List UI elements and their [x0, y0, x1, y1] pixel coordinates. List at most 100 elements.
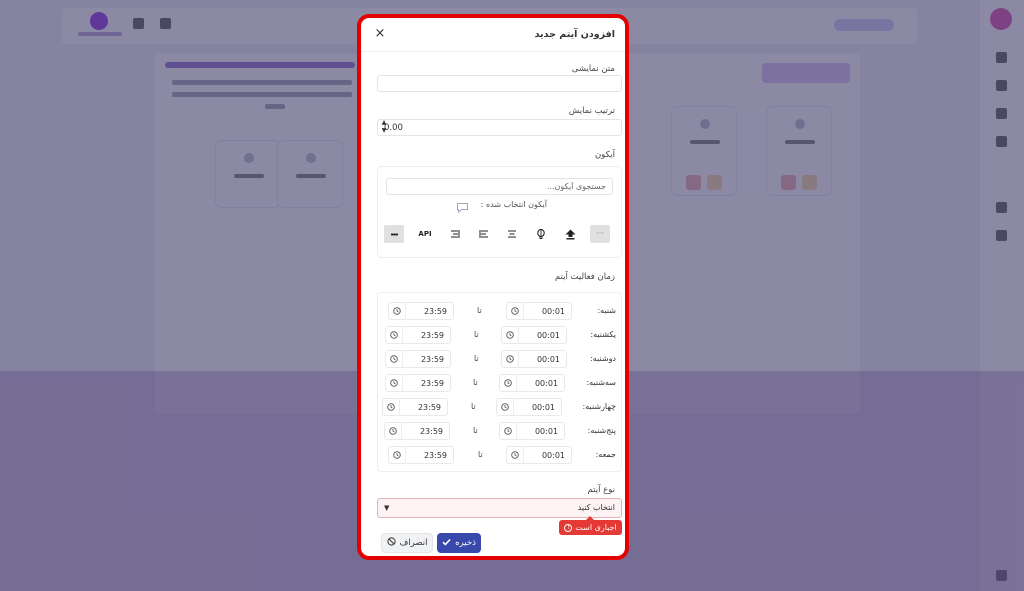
time-separator: تا: [473, 426, 478, 435]
to-time-input[interactable]: 23:59: [388, 446, 454, 464]
clock-icon: [502, 351, 519, 367]
upload-icon[interactable]: [560, 225, 580, 243]
to-time-value: 23:59: [420, 379, 444, 388]
from-time-input[interactable]: 00:01: [499, 422, 565, 440]
to-time-input[interactable]: 23:59: [384, 422, 450, 440]
time-row-tuesday: 23:59 تا 00:01 سه‌شنبه:: [378, 374, 623, 392]
to-time-value: 23:59: [417, 403, 441, 412]
to-time-input[interactable]: 23:59: [388, 302, 454, 320]
activity-time-label: زمان فعالیت آیتم: [554, 272, 615, 282]
save-label: ذخیره: [455, 538, 476, 548]
day-label: پنج‌شنبه:: [587, 426, 616, 435]
day-label: شنبه:: [597, 306, 616, 315]
display-text-input[interactable]: [377, 75, 622, 92]
day-label: دوشنبه:: [590, 354, 616, 363]
display-order-label: ترتیب نمایش: [568, 106, 615, 116]
to-time-value: 23:59: [423, 451, 447, 460]
from-time-input[interactable]: 00:01: [506, 302, 572, 320]
placeholder-icon[interactable]: ···: [590, 225, 610, 243]
clock-icon: [386, 351, 403, 367]
to-time-input[interactable]: 23:59: [385, 374, 451, 392]
clock-icon: [385, 423, 402, 439]
display-order-input[interactable]: 0.00: [377, 119, 622, 136]
display-text-label: متن نمایشی: [571, 64, 615, 74]
required-error-text: اجباری است: [575, 523, 617, 532]
ban-icon: [386, 537, 396, 549]
info-icon: !: [564, 523, 573, 532]
clock-icon: [386, 327, 403, 343]
to-time-value: 23:59: [420, 331, 444, 340]
day-label: جمعه:: [595, 450, 616, 459]
time-separator: تا: [477, 306, 482, 315]
from-time-value: 00:01: [534, 427, 558, 436]
clock-icon: [500, 375, 517, 391]
close-icon[interactable]: ×: [374, 26, 386, 42]
cancel-label: انصراف: [399, 538, 428, 548]
time-row-sunday: 23:59 تا 00:01 یکشنبه:: [378, 326, 623, 344]
comment-icon: [456, 202, 469, 214]
time-separator: تا: [471, 402, 476, 411]
clock-icon: [507, 303, 524, 319]
clock-icon: [386, 375, 403, 391]
dialog-header: افزودن آیتم جدید ×: [361, 18, 625, 52]
to-time-input[interactable]: 23:59: [385, 326, 451, 344]
clock-icon: [497, 399, 514, 415]
icon-options: API ···: [384, 225, 615, 243]
clock-icon: [389, 303, 406, 319]
from-time-input[interactable]: 00:01: [501, 326, 567, 344]
time-row-wednesday: 23:59 تا 00:01 چهارشنبه:: [378, 398, 623, 416]
icon-search-input[interactable]: [386, 178, 613, 195]
day-label: سه‌شنبه:: [586, 378, 616, 387]
to-time-input[interactable]: 23:59: [382, 398, 448, 416]
check-icon: [442, 538, 451, 549]
from-time-input[interactable]: 00:01: [499, 374, 565, 392]
caret-down-icon: ▼: [384, 504, 390, 512]
item-type-value: انتخاب کنید: [577, 503, 615, 512]
time-separator: تا: [474, 354, 479, 363]
cancel-button[interactable]: انصراف: [381, 533, 433, 553]
required-error-badge: اجباری است !: [559, 516, 622, 535]
from-time-value: 00:01: [536, 355, 560, 364]
icon-picker: آیکون انتخاب شده : API ···: [377, 166, 622, 258]
time-row-thursday: 23:59 تا 00:01 پنج‌شنبه:: [378, 422, 623, 440]
from-time-value: 00:01: [536, 331, 560, 340]
time-row-saturday: 23:59 تا 00:01 شنبه:: [378, 302, 623, 320]
day-label: یکشنبه:: [590, 330, 616, 339]
clock-icon: [507, 447, 524, 463]
from-time-value: 00:01: [541, 451, 565, 460]
to-time-value: 23:59: [419, 427, 443, 436]
selected-icon-label: آیکون انتخاب شده :: [480, 200, 547, 209]
day-label: چهارشنبه:: [582, 402, 616, 411]
time-row-friday: 23:59 تا 00:01 جمعه:: [378, 446, 623, 464]
time-separator: تا: [474, 330, 479, 339]
from-time-input[interactable]: 00:01: [501, 350, 567, 368]
stepper-down-icon[interactable]: ▼: [379, 127, 389, 135]
api-icon[interactable]: API: [415, 225, 435, 243]
icon-label: آیکون: [594, 150, 615, 160]
clock-icon: [389, 447, 406, 463]
from-time-value: 00:01: [531, 403, 555, 412]
clock-icon: [500, 423, 517, 439]
item-type-select[interactable]: انتخاب کنید ▼: [377, 498, 622, 518]
number-stepper[interactable]: ▲ ▼: [379, 119, 389, 136]
align-center-icon[interactable]: [502, 225, 522, 243]
minus-icon[interactable]: [384, 225, 404, 243]
activity-time-table: 23:59 تا 00:01 شنبه: 23:59 تا 00:01 یکشن…: [377, 292, 622, 472]
time-separator: تا: [473, 378, 478, 387]
save-button[interactable]: ذخیره: [437, 533, 481, 553]
from-time-value: 00:01: [534, 379, 558, 388]
to-time-input[interactable]: 23:59: [385, 350, 451, 368]
align-right-icon[interactable]: [445, 225, 465, 243]
from-time-value: 00:01: [541, 307, 565, 316]
to-time-value: 23:59: [420, 355, 444, 364]
align-left-icon[interactable]: [474, 225, 494, 243]
stepper-up-icon[interactable]: ▲: [379, 119, 389, 127]
balloon-icon[interactable]: [531, 225, 551, 243]
dialog-title: افزودن آیتم جدید: [534, 29, 615, 40]
from-time-input[interactable]: 00:01: [496, 398, 562, 416]
add-item-dialog: افزودن آیتم جدید × متن نمایشی ترتیب نمای…: [357, 14, 629, 560]
clock-icon: [383, 399, 400, 415]
to-time-value: 23:59: [423, 307, 447, 316]
time-row-monday: 23:59 تا 00:01 دوشنبه:: [378, 350, 623, 368]
from-time-input[interactable]: 00:01: [506, 446, 572, 464]
